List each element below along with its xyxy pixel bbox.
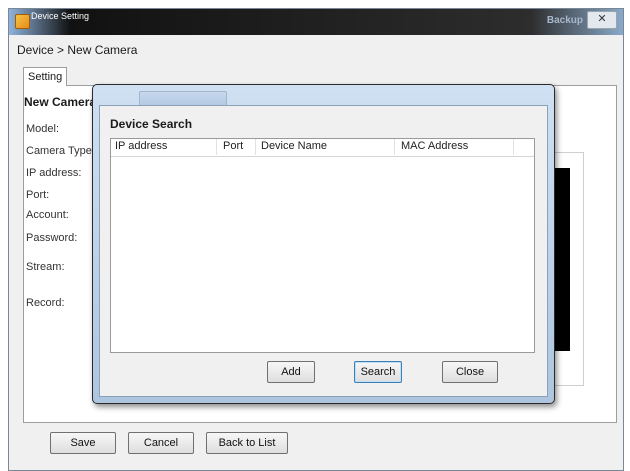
save-button[interactable]: Save xyxy=(50,432,116,454)
column-header-port[interactable]: Port xyxy=(223,140,243,152)
window-title: Device Setting xyxy=(31,11,90,21)
device-search-dialog: Device Search IP address Port Device Nam… xyxy=(92,84,555,404)
field-label-account: Account: xyxy=(26,209,69,221)
breadcrumb: Device > New Camera xyxy=(17,43,138,57)
column-header-device-name[interactable]: Device Name xyxy=(261,140,327,152)
column-header-mac-address[interactable]: MAC Address xyxy=(401,140,468,152)
search-button[interactable]: Search xyxy=(354,361,402,383)
section-title-new-camera: New Camera xyxy=(24,95,97,109)
field-label-camera-type: Camera Type: xyxy=(26,145,95,157)
tab-setting[interactable]: Setting xyxy=(23,67,67,86)
column-divider xyxy=(255,139,256,155)
field-label-record: Record: xyxy=(26,297,65,309)
close-button[interactable]: Close xyxy=(442,361,498,383)
dialog-title: Device Search xyxy=(110,117,193,131)
column-divider xyxy=(216,139,217,155)
field-label-password: Password: xyxy=(26,232,78,244)
column-divider xyxy=(394,139,395,155)
add-button[interactable]: Add xyxy=(267,361,315,383)
title-bar: Device Setting Backup ✕ xyxy=(9,9,623,35)
device-list-grid[interactable]: IP address Port Device Name MAC Address xyxy=(110,138,535,353)
field-label-model: Model: xyxy=(26,123,60,135)
column-header-ip-address[interactable]: IP address xyxy=(115,140,167,152)
grid-header: IP address Port Device Name MAC Address xyxy=(111,139,534,157)
field-label-port: Port: xyxy=(26,189,50,201)
field-label-stream: Stream: xyxy=(26,261,65,273)
field-label-ip-address: IP address: xyxy=(26,167,82,179)
close-icon[interactable]: ✕ xyxy=(587,11,617,29)
column-divider xyxy=(513,139,514,155)
app-icon xyxy=(15,14,30,29)
background-window-label: Backup xyxy=(546,15,583,26)
cancel-button[interactable]: Cancel xyxy=(128,432,194,454)
back-to-list-button[interactable]: Back to List xyxy=(206,432,288,454)
